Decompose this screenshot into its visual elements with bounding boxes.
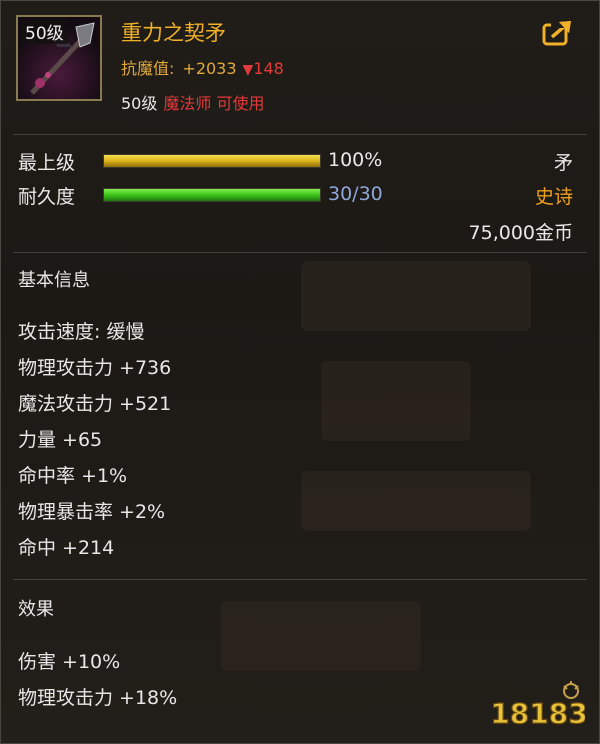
resist-minus-value: 148 [253,59,284,78]
effects-title: 效果 [18,599,54,620]
down-triangle-icon: ▼ [242,62,254,78]
sell-price: 75,000金币 [468,222,573,244]
basic-info-title: 基本信息 [18,270,90,291]
resist-line: 抗魔值: +2033 ▼148 [121,55,284,79]
stat-line: 攻击速度: 缓慢 [18,321,145,343]
item-level-badge: 50级 [21,19,68,44]
background-decoration [301,261,531,331]
durability-bar-fill [104,189,320,201]
stat-line: 命中 +214 [18,537,115,559]
watermark-text: 18183 [493,697,585,730]
grade-label: 最上级 [18,152,76,174]
divider [13,134,587,135]
rarity-label: 史诗 [534,186,573,208]
grade-bar [103,154,321,168]
item-icon-frame[interactable]: 50级 [16,15,102,101]
stat-line: 命中率 +1% [18,465,128,487]
grade-bar-fill [104,155,320,167]
resist-label: 抗魔值: [121,59,175,78]
resist-plus-value: +2033 [182,59,237,78]
effect-line: 伤害 +10% [18,651,121,673]
requirement-line: 50级 魔法师 可使用 [121,90,264,114]
stat-line: 物理暴击率 +2% [18,501,166,523]
site-watermark-logo: 18183 [493,681,585,731]
divider [13,252,587,253]
item-name: 重力之契矛 [121,21,226,45]
durability-value: 30/30 [328,183,383,205]
share-button[interactable] [542,19,574,47]
weapon-type: 矛 [553,152,573,174]
durability-bar [103,188,321,202]
item-tooltip: 50级 重力之契矛 抗魔值: +2033 ▼148 50级 魔法师 可使用 最上级 1… [0,0,600,744]
required-class: 魔法师 可使用 [163,94,265,113]
stat-line: 魔法攻击力 +521 [18,393,172,415]
durability-label: 耐久度 [18,186,76,208]
effect-line: 物理攻击力 +18% [18,687,178,709]
grade-value: 100% [328,149,383,171]
stat-line: 力量 +65 [18,429,103,451]
background-decoration [321,361,471,441]
required-level: 50级 [121,94,158,113]
divider [13,579,587,580]
stat-line: 物理攻击力 +736 [18,357,172,379]
share-icon [542,21,571,46]
background-decoration [221,601,421,671]
background-decoration [301,471,531,531]
